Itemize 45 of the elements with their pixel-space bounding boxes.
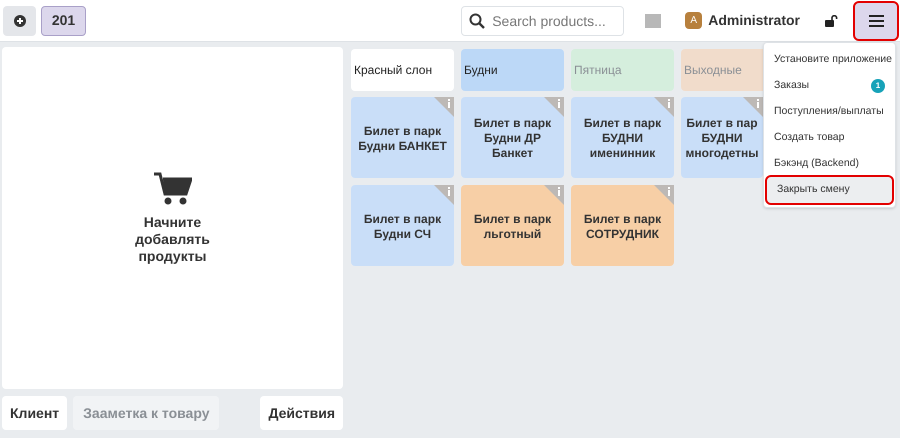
- menu-button[interactable]: [855, 2, 897, 38]
- info-icon[interactable]: [743, 97, 763, 117]
- product-tile[interactable]: Билет в парк Будни БАНКЕТ: [351, 97, 454, 178]
- unlock-icon[interactable]: [825, 14, 838, 26]
- product-tile[interactable]: Билет в парк СОТРУДНИК: [571, 185, 674, 266]
- search-icon: [469, 12, 486, 28]
- product-name: Билет в парк СОТРУДНИК: [584, 212, 662, 242]
- user-name[interactable]: Administrator: [708, 10, 800, 31]
- product-tile[interactable]: Билет в парк БУДНИ именинник: [571, 97, 674, 178]
- count-badge: 1: [871, 79, 885, 93]
- product-tile[interactable]: Билет в парк Будни СЧ: [351, 185, 454, 266]
- product-tile[interactable]: Билет в парк Будни ДР Банкет: [461, 97, 564, 178]
- add-order-button[interactable]: [3, 6, 36, 36]
- info-icon[interactable]: [434, 97, 454, 117]
- info-icon[interactable]: [654, 185, 674, 205]
- menu-item[interactable]: Создать товар: [764, 125, 895, 151]
- menu-item[interactable]: Заказы 1: [764, 73, 895, 99]
- menu-item[interactable]: Бэкэнд (Backend): [764, 151, 895, 177]
- info-icon[interactable]: [544, 185, 564, 205]
- menu-icon: [868, 14, 884, 26]
- info-icon[interactable]: [654, 97, 674, 117]
- category-button[interactable]: Красный слон: [351, 49, 454, 91]
- barcode-icon[interactable]: [645, 14, 662, 28]
- product-tile[interactable]: Билет в пар БУДНИ многодетны: [681, 97, 763, 178]
- info-icon[interactable]: [434, 185, 454, 205]
- product-name: Билет в пар БУДНИ многодетны: [686, 116, 758, 161]
- product-name: Билет в парк Будни ДР Банкет: [474, 116, 552, 161]
- info-icon[interactable]: [544, 97, 564, 117]
- action-button[interactable]: Клиент: [2, 396, 68, 430]
- menu-item[interactable]: Установите приложение: [764, 47, 895, 73]
- search-field[interactable]: Search products...: [461, 6, 624, 36]
- action-button[interactable]: Действия: [260, 396, 343, 430]
- empty-cart-message: Начните добавлять продукты: [134, 214, 211, 264]
- menu-item[interactable]: Закрыть смену: [767, 177, 892, 203]
- cart-icon: [154, 172, 192, 206]
- product-name: Билет в парк БУДНИ именинник: [584, 116, 662, 161]
- product-name: Билет в парк льготный: [474, 212, 552, 242]
- user-avatar: A: [685, 12, 702, 29]
- product-tile[interactable]: Билет в парк льготный: [461, 185, 564, 266]
- product-name: Билет в парк Будни БАНКЕТ: [358, 124, 447, 154]
- category-button[interactable]: Будни: [461, 49, 564, 91]
- order-tab[interactable]: 201: [41, 6, 86, 36]
- plus-circle-icon: [14, 14, 26, 26]
- menu-item[interactable]: Поступления/выплаты: [764, 99, 895, 125]
- product-name: Билет в парк Будни СЧ: [364, 212, 442, 242]
